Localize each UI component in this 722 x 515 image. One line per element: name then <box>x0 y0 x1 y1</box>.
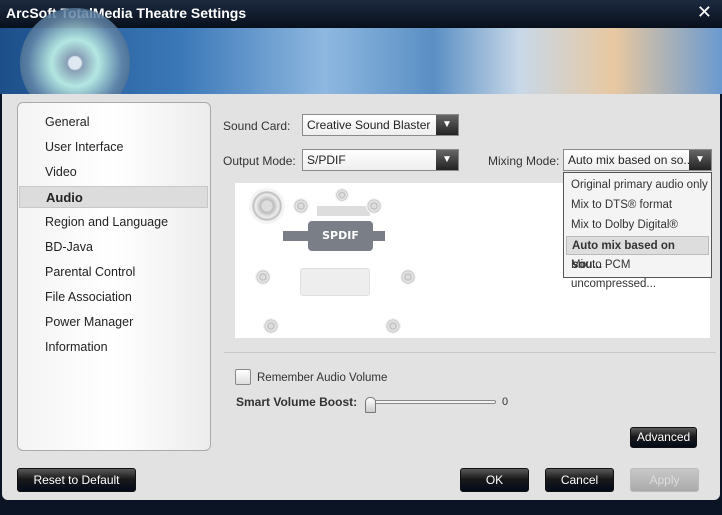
speaker-icon <box>263 318 279 334</box>
output-mode-label: Output Mode: <box>223 154 296 168</box>
close-icon[interactable]: ✕ <box>697 2 712 23</box>
sidebar-item-general[interactable]: General <box>19 111 208 133</box>
sidebar-item-bd-java[interactable]: BD-Java <box>19 236 208 258</box>
ok-button[interactable]: OK <box>460 468 529 492</box>
divider <box>224 352 716 353</box>
remember-volume-checkbox[interactable] <box>235 369 251 385</box>
mixing-mode-select[interactable]: Auto mix based on so... ▼ <box>563 149 712 171</box>
sidebar-item-region-language[interactable]: Region and Language <box>19 211 208 233</box>
boost-label: Smart Volume Boost: <box>236 395 358 409</box>
sound-card-label: Sound Card: <box>223 119 291 133</box>
sidebar-item-video[interactable]: Video <box>19 161 208 183</box>
speaker-icon <box>293 198 309 214</box>
reset-to-default-button[interactable]: Reset to Default <box>17 468 136 492</box>
apply-button[interactable]: Apply <box>630 468 699 492</box>
boost-slider-track[interactable] <box>366 400 496 404</box>
menu-item-original-primary[interactable]: Original primary audio only <box>566 176 709 195</box>
mixing-mode-label: Mixing Mode: <box>488 154 560 168</box>
speaker-icon <box>249 188 285 224</box>
sound-card-value: Creative Sound Blaster <box>307 118 431 132</box>
speaker-icon <box>400 269 416 285</box>
sidebar-item-power-manager[interactable]: Power Manager <box>19 311 208 333</box>
mixing-mode-dropdown: Original primary audio only Mix to DTS® … <box>563 172 712 290</box>
sound-card-select[interactable]: Creative Sound Blaster ▼ <box>302 114 459 136</box>
remember-volume-label: Remember Audio Volume <box>257 372 388 384</box>
boost-value: 0 <box>502 396 509 408</box>
speaker-icon <box>255 269 271 285</box>
output-mode-value: S/PDIF <box>307 153 346 167</box>
sidebar-item-audio[interactable]: Audio <box>19 186 208 208</box>
sofa-icon <box>300 268 370 296</box>
speaker-icon <box>366 198 382 214</box>
speaker-icon <box>385 318 401 334</box>
sidebar-item-file-association[interactable]: File Association <box>19 286 208 308</box>
chevron-down-icon: ▼ <box>689 150 711 170</box>
menu-item-auto-mix[interactable]: Auto mix based on sou... <box>566 236 709 271</box>
chevron-down-icon: ▼ <box>436 150 458 170</box>
advanced-button[interactable]: Advanced <box>630 427 697 448</box>
sidebar-item-parental-control[interactable]: Parental Control <box>19 261 208 283</box>
boost-slider-thumb[interactable] <box>365 397 376 413</box>
settings-sidebar: General User Interface Video Audio Regio… <box>17 102 211 451</box>
spdif-connector: SPDIF <box>308 221 373 251</box>
output-mode-select[interactable]: S/PDIF ▼ <box>302 149 459 171</box>
center-speaker <box>317 206 370 216</box>
speaker-icon <box>335 188 349 202</box>
menu-item-dolby[interactable]: Mix to Dolby Digital® format <box>566 216 709 250</box>
banner-image <box>0 8 722 118</box>
menu-item-dts[interactable]: Mix to DTS® format <box>566 196 709 215</box>
cancel-button[interactable]: Cancel <box>545 468 614 492</box>
chevron-down-icon: ▼ <box>436 115 458 135</box>
sidebar-item-information[interactable]: Information <box>19 336 208 358</box>
sidebar-item-user-interface[interactable]: User Interface <box>19 136 208 158</box>
mixing-mode-value: Auto mix based on so... <box>568 153 694 167</box>
menu-item-pcm[interactable]: Mix to PCM uncompressed... <box>566 256 709 290</box>
